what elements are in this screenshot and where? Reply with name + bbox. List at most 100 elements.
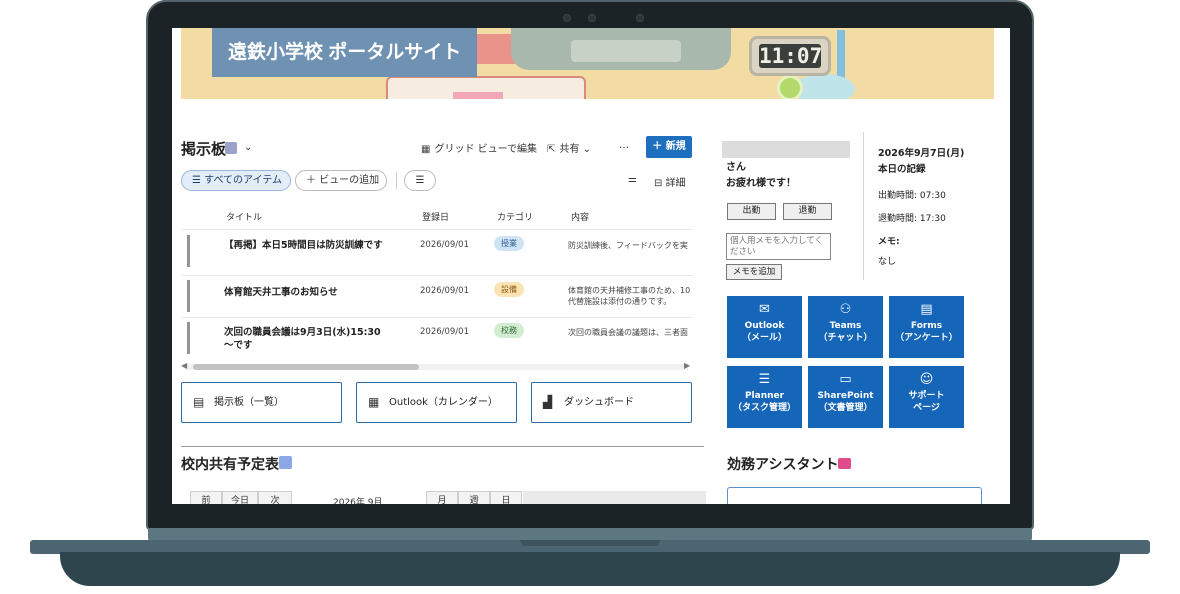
link-label: Outlook（カレンダー） [389, 397, 498, 408]
scroll-left-icon[interactable]: ◀ [181, 361, 187, 370]
tile-name: Forms [910, 321, 943, 331]
link-label: ダッシュボード [564, 397, 634, 408]
laptop-notch [520, 540, 660, 546]
tile-name: SharePoint [817, 391, 874, 401]
details-button[interactable]: ⊟ 詳細 [654, 174, 686, 189]
calendar-prev-button[interactable]: 前 [190, 491, 222, 504]
new-item-button[interactable]: ＋ 新規 [646, 136, 692, 158]
tile-sharepoint[interactable]: ▭ SharePoint （文書管理） [808, 366, 883, 428]
view-all-items-label: すべてのアイテム [204, 175, 283, 186]
grid-edit-label: グリッド ビューで編集 [434, 144, 538, 155]
record-memo-value: なし [878, 257, 897, 267]
checklist-icon: ☰ [758, 372, 771, 387]
horizontal-scrollbar[interactable] [186, 364, 688, 370]
briefcase-icon [838, 458, 851, 469]
category-tag: 校務 [494, 323, 524, 338]
message-icon: ▤ [193, 395, 205, 409]
portal-screen: 11:07 遠鉄小学校 ポータルサイト 掲示板 ⌄ ▦ グリッド ビューで編集 ⇱… [172, 28, 1010, 504]
divider [396, 172, 397, 189]
row-body-line2: 代替施設は添付の通りです。 [568, 297, 672, 306]
assistant-title: 効務アシスタント [727, 456, 839, 472]
sensor-dot [563, 14, 571, 22]
calendar-toolbar-fill [523, 491, 706, 504]
add-memo-button[interactable]: メモを追加 [726, 264, 782, 280]
record-heading: 本日の記録 [878, 164, 926, 175]
scroll-right-icon[interactable]: ▶ [684, 361, 690, 370]
row-title[interactable]: 体育館天井工事のお知らせ [224, 286, 384, 299]
column-header-title[interactable]: タイトル [226, 210, 262, 223]
scrollbar-thumb[interactable] [193, 364, 419, 370]
row-indicator [187, 280, 190, 312]
record-memo-label: メモ: [878, 237, 900, 247]
column-header-body[interactable]: 内容 [571, 210, 589, 223]
board-icon [225, 142, 237, 154]
greeting-honorific: さん [726, 162, 746, 173]
view-all-items[interactable]: ☰ すべてのアイテム [181, 170, 291, 191]
filter-button[interactable]: ☰ [404, 170, 436, 191]
plus-icon: ＋ [306, 175, 320, 186]
category-tag: 設備 [494, 282, 524, 297]
calendar-month: 2026年 9月 [333, 498, 383, 504]
calendar-day-view[interactable]: 日 [490, 491, 522, 504]
share-icon: ⇱ [547, 144, 556, 155]
banner-clock: 11:07 [749, 36, 831, 76]
calendar-icon [279, 456, 292, 469]
tile-forms[interactable]: ▤ Forms （アンケート） [889, 296, 964, 358]
grid-edit-button[interactable]: ▦ グリッド ビューで編集 [421, 140, 537, 155]
row-date: 2026/09/01 [420, 327, 469, 337]
folder-icon: ▭ [839, 372, 852, 387]
add-view-label: ビューの追加 [319, 175, 380, 186]
calendar-month-view[interactable]: 月 [426, 491, 458, 504]
settings-sliders-icon[interactable]: ⚌ [628, 174, 637, 185]
details-label: 詳細 [665, 178, 686, 189]
mail-icon: ✉ [759, 302, 770, 317]
row-body: 次回の職員会議の議題は、三者面 [568, 328, 688, 337]
schedule-title: 校内共有予定表 [181, 456, 279, 472]
column-header-category[interactable]: カテゴリ [497, 210, 533, 223]
share-button[interactable]: ⇱ 共有 ⌄ [547, 140, 591, 155]
calendar-today-button[interactable]: 今日 [222, 491, 258, 504]
row-title[interactable]: 【再掲】本日5時間目は防災訓練です [224, 239, 384, 252]
more-button[interactable]: … [619, 140, 629, 151]
tile-outlook[interactable]: ✉ Outlook （メール） [727, 296, 802, 358]
clock-out-button[interactable]: 退勤 [783, 203, 832, 220]
calendar-icon: ▦ [368, 395, 380, 409]
tile-sub: （文書管理） [818, 403, 873, 413]
chevron-down-icon[interactable]: ⌄ [244, 142, 252, 153]
calendar-toolbar: 前 今日 次 2026年 9月 月 週 日 [190, 491, 706, 504]
smile-icon: ☺ [919, 372, 934, 387]
row-date: 2026/09/01 [420, 286, 469, 296]
calendar-next-button[interactable]: 次 [258, 491, 292, 504]
new-item-label: 新規 [665, 141, 686, 152]
chevron-down-icon: ⌄ [582, 144, 591, 155]
link-dashboard[interactable]: ▟ ダッシュボード [531, 382, 692, 423]
memo-input[interactable]: 個人用メモを入力してください [726, 233, 831, 260]
site-title: 遠鉄小学校 ポータルサイト [212, 28, 478, 77]
list-title[interactable]: 掲示板 [181, 138, 226, 159]
clock-in-button[interactable]: 出勤 [727, 203, 776, 220]
share-label: 共有 [559, 144, 580, 155]
tile-name: Planner [744, 391, 785, 401]
banner-decoration [571, 40, 681, 62]
row-indicator [187, 322, 190, 354]
tile-sub: （チャット） [818, 333, 873, 343]
link-board-list[interactable]: ▤ 掲示板（一覧） [181, 382, 342, 423]
camera-icon [588, 14, 596, 22]
row-title[interactable]: 次回の職員会議は9月3日(水)15:30～です [224, 326, 384, 352]
assistant-panel[interactable] [727, 487, 982, 504]
teams-icon: ⚇ [839, 302, 852, 317]
tile-sub: （タスク管理） [732, 403, 796, 413]
column-header-date[interactable]: 登録日 [422, 210, 449, 223]
tile-teams[interactable]: ⚇ Teams （チャット） [808, 296, 883, 358]
calendar-week-view[interactable]: 週 [458, 491, 490, 504]
forms-icon: ▤ [920, 302, 933, 317]
laptop-base-bottom [60, 552, 1120, 586]
tile-sub: （メール） [741, 333, 787, 343]
tile-planner[interactable]: ☰ Planner （タスク管理） [727, 366, 802, 428]
add-view-button[interactable]: ＋ ビューの追加 [295, 170, 387, 191]
greeting-message: お疲れ様です！ [726, 178, 796, 189]
tile-support[interactable]: ☺ サポート ページ [889, 366, 964, 428]
link-outlook-calendar[interactable]: ▦ Outlook（カレンダー） [356, 382, 517, 423]
details-icon: ⊟ [654, 178, 666, 189]
banner-decoration [777, 75, 803, 99]
